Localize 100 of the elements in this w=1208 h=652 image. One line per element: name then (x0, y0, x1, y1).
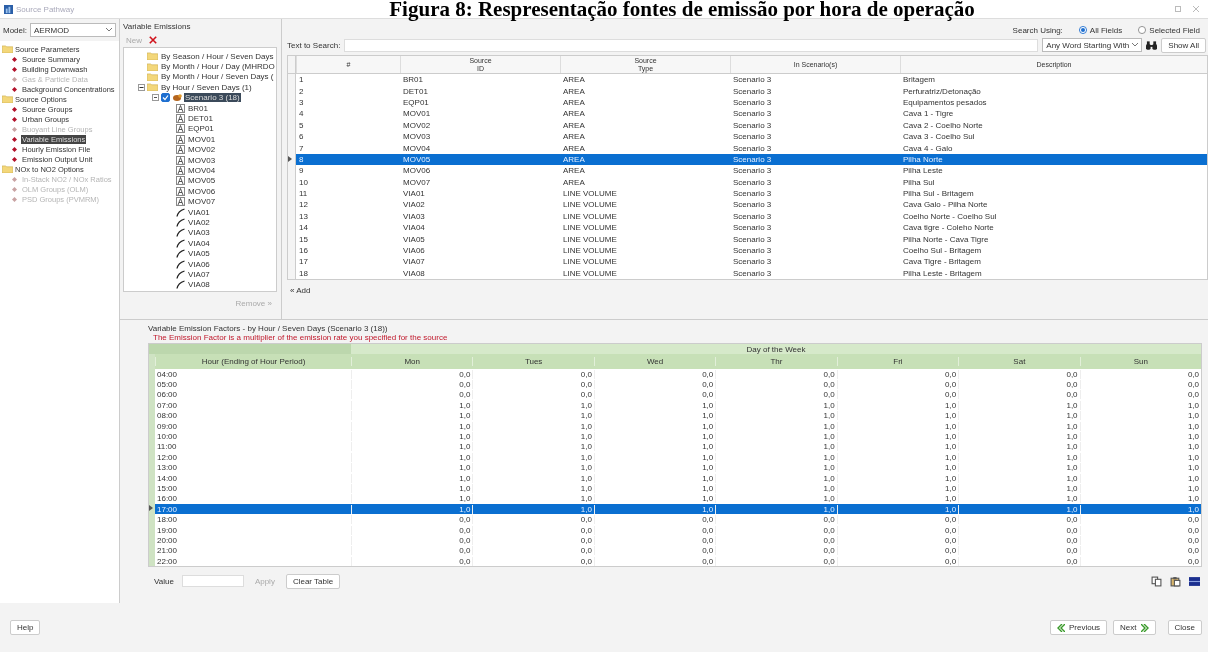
search-mode-dropdown[interactable]: Any Word Starting With (1042, 38, 1143, 52)
area-source-icon (176, 114, 185, 124)
tree-item[interactable]: By Hour / Seven Days (1) (160, 82, 253, 92)
radio-button[interactable]: All Fields (1078, 25, 1123, 35)
table-cell-text: AREA (562, 120, 586, 130)
collapse-icon[interactable] (152, 94, 159, 102)
tree-item[interactable]: VIA07 (187, 269, 211, 279)
table-cell-text: 16:00 (156, 494, 179, 504)
group-header: Day of the Week (745, 344, 807, 354)
binoculars-icon[interactable] (1146, 40, 1158, 50)
table-cell: 1,0 (836, 442, 959, 452)
previous-button[interactable]: Previous (1049, 620, 1108, 635)
tree-item[interactable]: Scenario 3 (18) (184, 93, 241, 103)
table-cell: 1,0 (351, 452, 473, 462)
row-pointer-icon (149, 505, 153, 512)
radio-icon[interactable] (1138, 26, 1147, 34)
table-cell: 1,0 (472, 400, 594, 410)
table-cell-text: Scenario 3 (732, 211, 773, 221)
checkbox[interactable] (161, 93, 170, 103)
table-cell-text: Scenario 3 (732, 120, 773, 130)
table-cell: 0,0 (593, 515, 716, 525)
table-cell-text: 5 (298, 120, 305, 130)
close-icon[interactable] (1192, 5, 1200, 13)
table-cell: 0,0 (1079, 390, 1201, 400)
copy-icon[interactable] (1151, 575, 1162, 587)
tree-item[interactable]: MOV04 (187, 166, 217, 175)
paste-icon[interactable] (1170, 575, 1181, 587)
close-button[interactable]: Close (1167, 620, 1202, 635)
table-cell: 1,0 (593, 432, 716, 442)
model-dropdown[interactable]: AERMOD (30, 23, 116, 37)
table-cell: 1,0 (593, 452, 716, 462)
table-cell-text: Scenario 3 (732, 75, 773, 85)
table-cell-text: Pilha Norte (902, 154, 944, 164)
table-cell-text: 12:00 (156, 452, 179, 462)
table-cell: 0,0 (351, 525, 473, 535)
clear-table-button[interactable]: Clear Table (285, 573, 341, 589)
tree-item[interactable]: BR01 (187, 103, 209, 113)
radio-icon[interactable] (1078, 26, 1087, 34)
table-cell-text: 21:00 (156, 546, 179, 556)
tree-item[interactable]: MOV07 (187, 197, 217, 207)
tree-item[interactable]: MOV03 (187, 155, 217, 165)
table-cell-text: AREA (562, 143, 586, 153)
selected-row[interactable]: 8 MOV05 AREA Scenario 3 Pilha Norte (288, 153, 1207, 166)
table-cell: 1,0 (1079, 484, 1201, 493)
table-cell: 0,0 (958, 369, 1080, 379)
tree-item[interactable]: VIA04 (187, 238, 211, 248)
value-field[interactable] (181, 575, 244, 588)
folder-icon (2, 165, 13, 173)
caret-icon (1132, 43, 1139, 47)
help-button[interactable]: Help (10, 620, 41, 635)
table-cell: 0,0 (715, 535, 837, 545)
tree-item[interactable]: By Season / Hour / Seven Days (160, 51, 275, 61)
table-cell: 1,0 (836, 432, 959, 442)
row-header[interactable] (149, 504, 155, 515)
delete-icon[interactable] (149, 36, 157, 44)
window-title: Source Pathway (16, 4, 75, 14)
area-source-icon (176, 197, 185, 207)
add-button[interactable]: « Add (287, 285, 314, 297)
table-cell: 1,0 (593, 504, 716, 514)
model-label: Model: (3, 25, 27, 35)
table-cell: 0,0 (472, 515, 594, 525)
bullet-icon (12, 66, 17, 72)
table-cell: 0,0 (593, 369, 716, 379)
table-cell: 1,0 (472, 463, 594, 473)
next-button[interactable]: Next (1113, 620, 1156, 635)
restore-icon[interactable] (1174, 5, 1182, 13)
table-cell-text: MOV06 (402, 166, 432, 176)
table-cell: 1,0 (958, 452, 1080, 462)
factors-title: Variable Emission Factors - by Hour / Seven Days (Scenario 3 (18)) (148, 324, 389, 333)
selected-row[interactable]: 17:00 1,0 1,0 1,0 1,0 1,0 1,0 1,0 (149, 504, 1201, 515)
table-cell-text: 07:00 (156, 400, 179, 410)
collapse-icon[interactable] (138, 83, 145, 91)
tree-item[interactable]: EQP01 (187, 124, 215, 134)
table-cell-text: MOV05 (402, 154, 432, 164)
show-all-button[interactable]: Show All (1161, 37, 1206, 53)
tree-item[interactable]: MOV02 (187, 145, 217, 155)
tree-item[interactable]: VIA08 (187, 280, 211, 290)
tree-item[interactable]: VIA05 (187, 249, 211, 259)
color-block-icon[interactable] (1189, 575, 1200, 587)
search-field[interactable] (344, 38, 1039, 52)
tree-item[interactable]: VIA06 (187, 259, 211, 269)
table-cell: 1,0 (472, 452, 594, 462)
tree-item[interactable]: VIA02 (187, 217, 211, 227)
tree-item[interactable]: VIA01 (187, 207, 211, 217)
tree-item[interactable]: MOV01 (187, 134, 217, 144)
tree-item[interactable]: VIA03 (187, 228, 211, 238)
radio-button[interactable]: Selected Field (1138, 25, 1200, 35)
table-cell-text: Scenario 3 (732, 132, 773, 142)
table-cell: 1,0 (836, 463, 959, 473)
table-cell: 1,0 (715, 463, 837, 473)
tree-item[interactable]: DET01 (187, 114, 214, 124)
column-header: Fri (836, 357, 959, 366)
tree-item[interactable]: MOV06 (187, 186, 217, 196)
table-cell: 1,0 (1079, 400, 1201, 410)
tree-item[interactable]: By Month / Hour / Seven Days ( (160, 72, 275, 82)
table-cell-text: VIA03 (402, 211, 426, 221)
tree-item[interactable]: MOV05 (187, 176, 217, 186)
table-cell-text: 11 (298, 189, 309, 199)
tree-item[interactable]: By Month / Hour / Day (MHRDO (160, 62, 276, 72)
table-cell: 0,0 (351, 546, 473, 556)
